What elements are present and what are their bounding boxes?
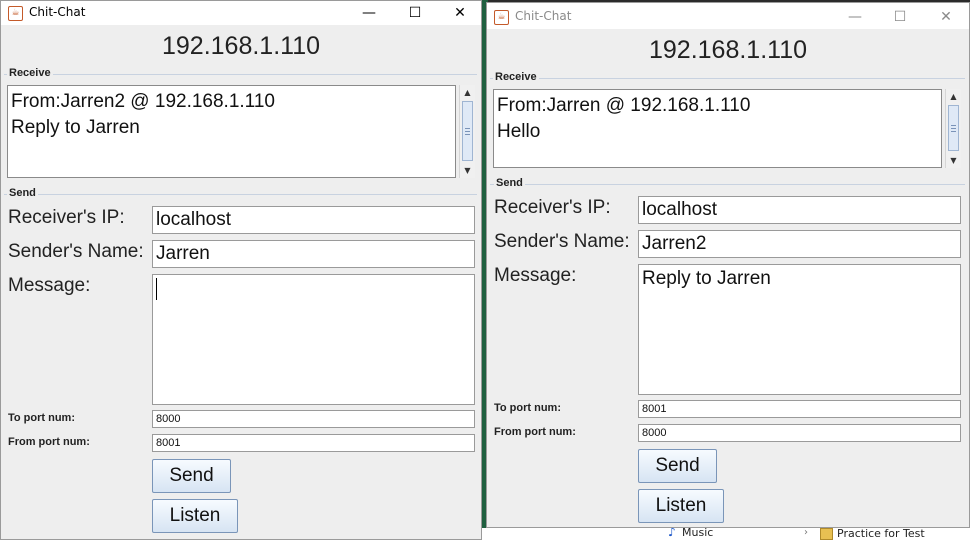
thumb-grip: [465, 128, 470, 129]
scroll-up-arrow-icon[interactable]: ▲: [460, 85, 475, 100]
receive-group-label: Receive: [7, 67, 53, 79]
receive-scrollbar[interactable]: ▲ ▼: [459, 85, 475, 178]
receiver-ip-input[interactable]: localhost: [152, 206, 475, 234]
from-port-input[interactable]: 8001: [152, 434, 475, 452]
received-line: From:Jarren2 @ 192.168.1.110: [11, 91, 275, 112]
title-bar[interactable]: ☕ Chit-Chat — ☐ ✕: [487, 3, 969, 29]
text-caret: [156, 278, 157, 300]
chit-chat-window-1: ☕ Chit-Chat — ☐ ✕ 192.168.1.110 Receive …: [0, 0, 482, 540]
scrollbar-thumb[interactable]: [948, 105, 959, 151]
scroll-up-arrow-icon[interactable]: ▲: [946, 89, 961, 104]
send-group-label: Send: [494, 177, 525, 189]
send-button[interactable]: Send: [152, 459, 231, 493]
title-bar[interactable]: ☕ Chit-Chat — ☐ ✕: [1, 1, 481, 25]
send-group-label: Send: [7, 187, 38, 199]
practice-folder-label[interactable]: Practice for Test: [837, 527, 925, 540]
sender-name-label: Sender's Name:: [494, 231, 630, 252]
sender-name-input[interactable]: Jarren2: [638, 230, 961, 258]
sender-name-label: Sender's Name:: [8, 241, 144, 262]
folder-icon: [820, 528, 833, 540]
to-port-input[interactable]: 8001: [638, 400, 961, 418]
thumb-grip: [465, 131, 470, 132]
scrollbar-thumb[interactable]: [462, 101, 473, 161]
close-icon[interactable]: ✕: [923, 5, 969, 29]
send-button[interactable]: Send: [638, 449, 717, 483]
sender-name-input[interactable]: Jarren: [152, 240, 475, 268]
receive-group-border: [4, 74, 477, 75]
chit-chat-window-2: ☕ Chit-Chat — ☐ ✕ 192.168.1.110 Receive …: [486, 2, 970, 528]
close-icon[interactable]: ✕: [437, 1, 481, 25]
window-title: Chit-Chat: [515, 9, 572, 23]
scroll-down-arrow-icon[interactable]: ▼: [460, 163, 475, 178]
minimize-icon[interactable]: —: [832, 5, 878, 29]
message-label: Message:: [8, 275, 91, 296]
from-port-label: From port num:: [494, 426, 576, 438]
to-port-label: To port num:: [8, 412, 75, 424]
file-explorer-fragment: ♪ Music › Practice for Test: [482, 525, 970, 540]
scroll-down-arrow-icon[interactable]: ▼: [946, 153, 961, 168]
receiver-ip-label: Receiver's IP:: [8, 207, 125, 228]
chevron-right-icon[interactable]: ›: [804, 527, 808, 538]
maximize-icon[interactable]: ☐: [877, 5, 923, 29]
listen-button[interactable]: Listen: [152, 499, 238, 533]
to-port-label: To port num:: [494, 402, 561, 414]
receiver-ip-label: Receiver's IP:: [494, 197, 611, 218]
receive-group-border: [490, 78, 965, 79]
received-line: Reply to Jarren: [11, 117, 140, 138]
from-port-input[interactable]: 8000: [638, 424, 961, 442]
ip-address-header: 192.168.1.110: [161, 32, 321, 60]
message-text: Reply to Jarren: [642, 268, 771, 289]
minimize-icon[interactable]: —: [346, 1, 392, 25]
thumb-grip: [951, 128, 956, 129]
send-group-border: [490, 184, 965, 185]
java-coffee-cup-icon: ☕: [8, 6, 23, 21]
ip-address-header: 192.168.1.110: [648, 36, 808, 64]
message-textarea[interactable]: [152, 274, 475, 405]
receive-scrollbar[interactable]: ▲ ▼: [945, 89, 961, 168]
maximize-icon[interactable]: ☐: [392, 1, 438, 25]
message-label: Message:: [494, 265, 577, 286]
thumb-grip: [951, 125, 956, 126]
receive-textarea[interactable]: From:Jarren2 @ 192.168.1.110 Reply to Jar…: [7, 85, 456, 178]
thumb-grip: [951, 131, 956, 132]
from-port-label: From port num:: [8, 436, 90, 448]
receive-textarea[interactable]: From:Jarren @ 192.168.1.110 Hello: [493, 89, 942, 168]
java-coffee-cup-icon: ☕: [494, 10, 509, 25]
received-line: Hello: [497, 121, 541, 142]
to-port-input[interactable]: 8000: [152, 410, 475, 428]
message-textarea[interactable]: Reply to Jarren: [638, 264, 961, 395]
thumb-grip: [465, 134, 470, 135]
send-group-border: [4, 194, 477, 195]
receiver-ip-input[interactable]: localhost: [638, 196, 961, 224]
listen-button[interactable]: Listen: [638, 489, 724, 523]
window-title: Chit-Chat: [29, 5, 86, 19]
receive-group-label: Receive: [493, 71, 539, 83]
received-line: From:Jarren @ 192.168.1.110: [497, 95, 751, 116]
